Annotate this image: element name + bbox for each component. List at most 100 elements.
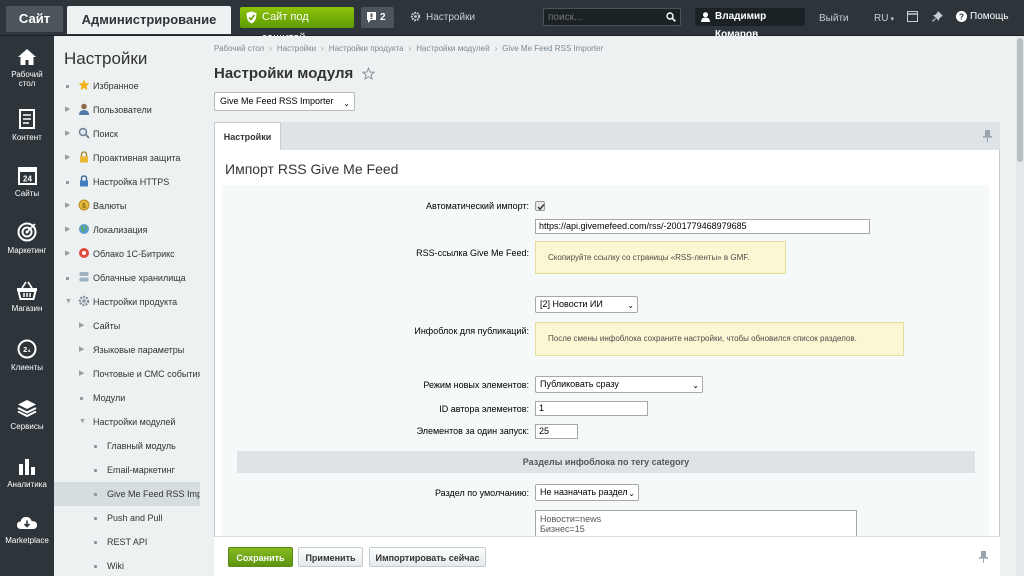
sidebar-item-push-pull[interactable]: Push and Pull bbox=[54, 506, 200, 530]
iblock-select[interactable]: [2] Новости ИИ ⌄ bbox=[535, 296, 638, 313]
sidebar-item-https[interactable]: Настройка HTTPS bbox=[54, 170, 200, 194]
sidebar-item-search[interactable]: ▶ Поиск bbox=[54, 122, 200, 146]
chevron-down-icon: ▾ bbox=[890, 16, 894, 23]
breadcrumb-item[interactable]: Рабочий стол bbox=[214, 44, 264, 53]
breadcrumb-item[interactable]: Give Me Feed RSS Importer bbox=[502, 44, 603, 53]
sidebar-item-cloud-storage[interactable]: Облачные хранилища bbox=[54, 266, 200, 290]
sidebar-item-email-marketing[interactable]: Email-маркетинг bbox=[54, 458, 200, 482]
nav-shop-label: Магазин bbox=[11, 304, 43, 313]
nav-desktop[interactable]: Рабочий стол bbox=[0, 48, 54, 106]
logout-link[interactable]: Выйти bbox=[819, 13, 849, 24]
module-select[interactable]: Give Me Feed RSS Importer ⌄ bbox=[214, 92, 355, 111]
chevron-right-icon[interactable]: ▶ bbox=[79, 362, 84, 386]
sidebar-item-proactive[interactable]: ▶ Проактивная защита bbox=[54, 146, 200, 170]
bar-chart-icon bbox=[19, 459, 35, 475]
chevron-right-icon: › bbox=[321, 44, 324, 53]
nav-analytics[interactable]: Аналитика bbox=[0, 456, 54, 514]
batch-size-input[interactable]: 25 bbox=[535, 424, 578, 439]
help-link[interactable]: ? Помощь bbox=[956, 11, 1009, 23]
sidebar-item-label: Сайты bbox=[93, 321, 121, 331]
default-section-select[interactable]: Не назначать разделы ⌄ bbox=[535, 484, 639, 501]
settings-link[interactable]: Настройки bbox=[410, 11, 475, 24]
shield-check-icon bbox=[246, 11, 257, 24]
author-id-input[interactable]: 1 bbox=[535, 401, 648, 416]
pin-icon[interactable] bbox=[932, 11, 943, 22]
apply-button[interactable]: Применить bbox=[298, 547, 363, 567]
nav-shop[interactable]: Магазин bbox=[0, 280, 54, 338]
search-input[interactable] bbox=[544, 9, 662, 25]
sidebar-item-bitrix-cloud[interactable]: ▶ Облако 1С-Битрикс bbox=[54, 242, 200, 266]
chevron-down-icon[interactable]: ▼ bbox=[79, 410, 86, 434]
default-section-label: Раздел по умолчанию: bbox=[434, 488, 529, 498]
chevron-right-icon[interactable]: ▶ bbox=[65, 146, 70, 170]
chevron-right-icon[interactable]: ▶ bbox=[65, 218, 70, 242]
lock-icon bbox=[80, 151, 88, 163]
nav-marketing[interactable]: Маркетинг bbox=[0, 222, 54, 280]
nav-services[interactable]: Сервисы bbox=[0, 398, 54, 456]
user-menu-button[interactable]: Владимир Комаров bbox=[695, 8, 805, 40]
iblock-label: Инфоблок для публикаций: bbox=[414, 326, 529, 336]
sidebar-item-label: Избранное bbox=[93, 81, 139, 91]
rss-url-input[interactable]: https://api.givemefeed.com/rss/-20017794… bbox=[535, 219, 870, 234]
site-protected-button[interactable]: Сайт под защитой bbox=[240, 7, 354, 44]
breadcrumb-item[interactable]: Настройки продукта bbox=[329, 44, 404, 53]
chevron-right-icon: › bbox=[408, 44, 412, 53]
import-now-button[interactable]: Импортировать сейчас bbox=[369, 547, 486, 567]
chevron-down-icon[interactable]: ▼ bbox=[65, 290, 72, 314]
notifications-button[interactable]: 2 bbox=[361, 7, 394, 28]
sidebar-item-main-module[interactable]: Главный модуль bbox=[54, 434, 200, 458]
chevron-right-icon[interactable]: ▶ bbox=[65, 194, 70, 218]
form-footer: Сохранить Применить Импортировать сейчас bbox=[214, 536, 1000, 576]
bullet-icon bbox=[94, 445, 97, 448]
bullet-icon bbox=[94, 541, 97, 544]
nav-marketplace-label: Marketplace bbox=[5, 536, 49, 545]
sidebar-item-localization[interactable]: ▶ Локализация bbox=[54, 218, 200, 242]
sidebar-item-sites[interactable]: ▶ Сайты bbox=[54, 314, 200, 338]
sidebar-item-language-params[interactable]: ▶ Языковые параметры bbox=[54, 338, 200, 362]
sidebar-item-rest-api[interactable]: REST API bbox=[54, 530, 200, 554]
mode-select[interactable]: Публиковать сразу ⌄ bbox=[535, 376, 703, 393]
nav-clients[interactable]: 2₄ Клиенты bbox=[0, 339, 54, 397]
pin-icon[interactable] bbox=[979, 551, 988, 563]
chevron-right-icon[interactable]: ▶ bbox=[65, 242, 70, 266]
sidebar-item-label: Настройки продукта bbox=[93, 297, 178, 307]
star-outline-icon[interactable] bbox=[362, 67, 375, 80]
sidebar-item-label: Настройки модулей bbox=[93, 417, 176, 427]
nav-marketplace[interactable]: Marketplace bbox=[0, 514, 54, 572]
sidebar-item-product-settings[interactable]: ▼ Настройки продукта bbox=[54, 290, 200, 314]
window-icon[interactable] bbox=[907, 11, 918, 22]
sidebar-item-module-settings[interactable]: ▼ Настройки модулей bbox=[54, 410, 200, 434]
settings-label: Настройки bbox=[426, 12, 476, 23]
scrollbar-thumb[interactable] bbox=[1017, 38, 1023, 162]
bullet-icon bbox=[94, 469, 97, 472]
nav-sites[interactable]: 24 Сайты bbox=[0, 166, 54, 224]
checkmark-icon bbox=[537, 204, 545, 211]
chevron-right-icon[interactable]: ▶ bbox=[79, 314, 84, 338]
sidebar-item-mail-events[interactable]: ▶ Почтовые и СМС события bbox=[54, 362, 200, 386]
search-icon[interactable] bbox=[666, 12, 676, 22]
admin-tab[interactable]: Администрирование bbox=[67, 6, 231, 34]
sidebar-item-modules[interactable]: Модули bbox=[54, 386, 200, 410]
chevron-right-icon[interactable]: ▶ bbox=[79, 338, 84, 362]
language-selector[interactable]: RU ▾ bbox=[874, 13, 894, 24]
save-button[interactable]: Сохранить bbox=[228, 547, 293, 567]
breadcrumb-item[interactable]: Настройки bbox=[277, 44, 316, 53]
page-scrollbar[interactable] bbox=[1016, 36, 1024, 576]
auto-import-checkbox[interactable] bbox=[535, 201, 545, 211]
breadcrumb-item[interactable]: Настройки модулей bbox=[416, 44, 489, 53]
sidebar-item-users[interactable]: ▶ Пользователи bbox=[54, 98, 200, 122]
tab-settings[interactable]: Настройки bbox=[214, 122, 281, 151]
nav-content[interactable]: Контент bbox=[0, 109, 54, 167]
sidebar-item-currencies[interactable]: ▶ $ Валюты bbox=[54, 194, 200, 218]
chevron-right-icon[interactable]: ▶ bbox=[65, 122, 70, 146]
sidebar-item-favorites[interactable]: Избранное bbox=[54, 74, 200, 98]
left-icon-nav: Рабочий стол Контент 24 Сайты Маркетинг … bbox=[0, 36, 54, 576]
pin-icon[interactable] bbox=[983, 130, 992, 142]
chevron-right-icon: › bbox=[494, 44, 498, 53]
chevron-right-icon[interactable]: ▶ bbox=[65, 98, 70, 122]
sidebar-item-givemefeed[interactable]: Give Me Feed RSS Importer bbox=[54, 482, 200, 506]
help-icon: ? bbox=[956, 11, 967, 22]
site-tab[interactable]: Сайт bbox=[6, 6, 63, 32]
sidebar-item-wiki[interactable]: Wiki bbox=[54, 554, 200, 576]
svg-text:2₄: 2₄ bbox=[23, 345, 31, 354]
